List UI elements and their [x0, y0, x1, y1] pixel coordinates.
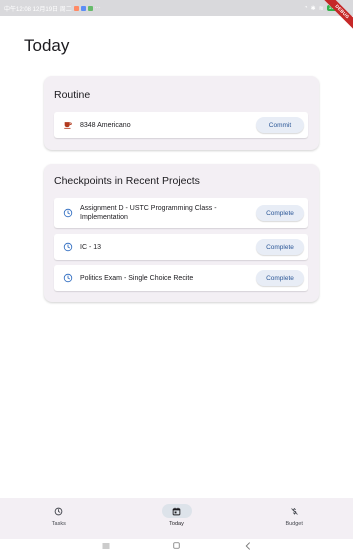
checkpoints-card: Checkpoints in Recent Projects Assignmen… [44, 164, 319, 302]
complete-button[interactable]: Complete [256, 270, 304, 286]
checkpoint-label: IC - 13 [80, 243, 102, 251]
clock-icon [62, 242, 73, 253]
checkpoint-item: Assignment D - USTC Programming Class - … [54, 198, 308, 228]
complete-button[interactable]: Complete [256, 205, 304, 221]
tab-today-label: Today [169, 521, 184, 527]
notification-icon [87, 5, 93, 11]
coffee-icon [62, 120, 73, 131]
status-left: 中午12:08 12月19日 周二 ··· [4, 4, 101, 13]
routine-title: Routine [54, 89, 91, 101]
bottom-nav: Tasks Today Budget [0, 498, 353, 539]
clock-icon [44, 504, 74, 518]
routine-item: 8348 Americano Commit [54, 112, 308, 138]
tab-budget-label: Budget [285, 521, 303, 527]
tab-tasks-label: Tasks [51, 521, 66, 527]
routine-item-label: 8348 Americano [80, 121, 131, 129]
checkpoint-item: Politics Exam - Single Choice Recite Com… [54, 265, 308, 291]
checkpoint-item: IC - 13 Complete [54, 234, 308, 260]
back-icon[interactable] [242, 540, 254, 552]
notification-icon [80, 5, 86, 11]
menu-icon[interactable] [100, 540, 112, 552]
system-nav-bar [0, 539, 353, 552]
commit-button[interactable]: Commit [256, 117, 304, 133]
clock-icon [62, 208, 73, 219]
bluetooth-icon: ✱ [310, 5, 316, 12]
page-title: Today [24, 36, 70, 55]
alarm-icon: ◔ [303, 5, 308, 11]
tab-today[interactable]: Today [118, 498, 236, 539]
routine-card: Routine 8348 Americano Commit [44, 76, 319, 150]
money-off-icon [279, 504, 309, 518]
wifi-icon: ≋ [318, 5, 324, 12]
checkpoint-label: Politics Exam - Single Choice Recite [80, 274, 194, 282]
home-icon[interactable] [171, 540, 183, 552]
tab-tasks[interactable]: Tasks [0, 498, 118, 539]
checkpoints-title: Checkpoints in Recent Projects [54, 175, 200, 187]
status-bar: 中午12:08 12月19日 周二 ··· ◔ ✱ ≋ 100 [0, 0, 353, 16]
status-time-date: 中午12:08 12月19日 周二 [4, 6, 72, 13]
complete-button[interactable]: Complete [256, 239, 304, 255]
checkpoint-label: Assignment D - USTC Programming Class - … [80, 205, 217, 221]
tab-budget[interactable]: Budget [235, 498, 353, 539]
calendar-today-icon [161, 504, 192, 518]
clock-icon [62, 273, 73, 284]
notification-icon [73, 5, 79, 11]
more-notifications: ··· [94, 5, 101, 11]
